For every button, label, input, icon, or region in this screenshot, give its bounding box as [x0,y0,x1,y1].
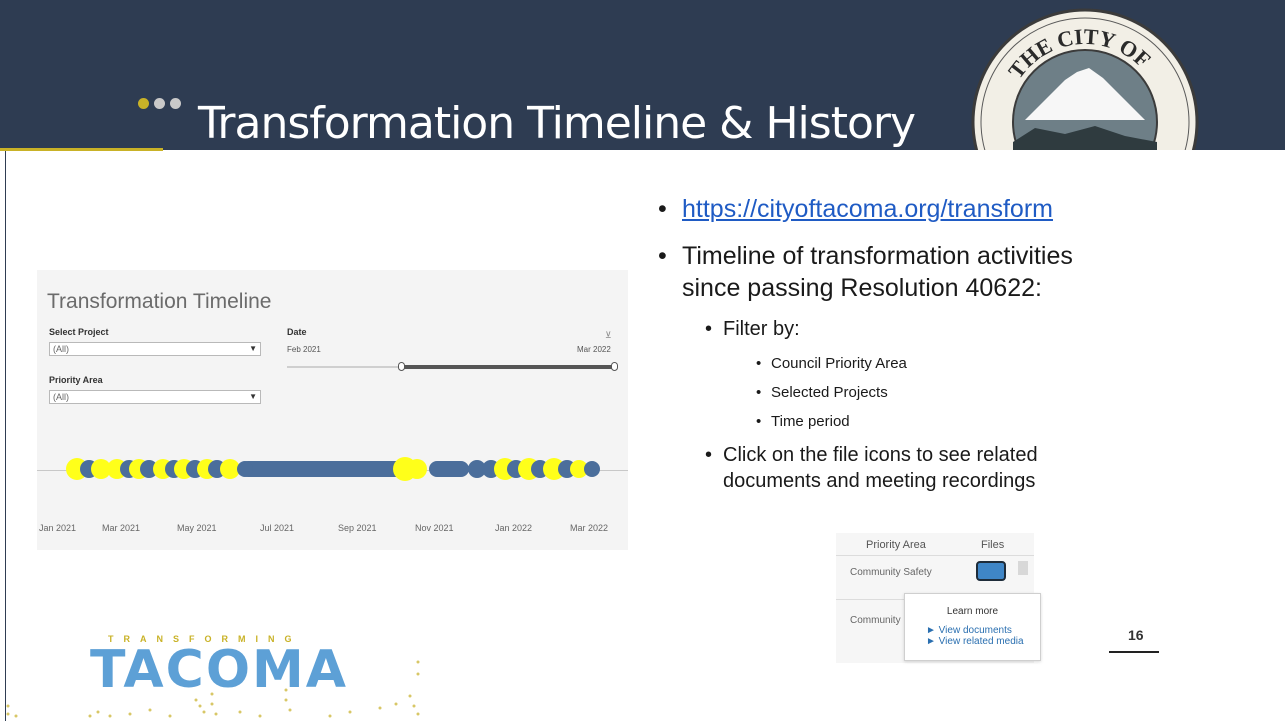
timeline-widget: Transformation Timeline Select Project (… [37,270,628,550]
bullet-marker: • [705,318,713,340]
priority-area-dropdown[interactable]: (All) ▼ [49,390,261,404]
event-marker[interactable] [237,461,253,477]
timeline-title: Transformation Timeline [47,290,272,313]
bullet-filter-3: • Time period [756,413,850,430]
seal-graphic: THE CITY OF [971,8,1199,150]
date-slider-start-handle[interactable] [398,362,405,371]
filter-item: Time period [771,413,850,430]
bullet-filter-2: • Selected Projects [756,384,888,401]
click-text-line2: documents and meeting recordings [723,470,1036,492]
priority-area-value: (All) [53,392,69,402]
click-text-line1: Click on the file icons to see related [723,444,1038,466]
slide-title: Transformation Timeline & History [198,98,916,149]
view-documents-link[interactable]: ► View documents [926,625,1012,636]
col-files: Files [981,539,1005,551]
axis-tick: Mar 2021 [102,523,141,533]
bullet-timeline: • Timeline of transformation activities [658,242,1073,271]
page-number: 16 [1128,627,1144,643]
dot-gray-2 [170,98,181,109]
dot-gold [138,98,149,109]
bullet-filter-by: • Filter by: [705,318,800,341]
popup-title: Learn more [946,606,999,617]
date-start: Feb 2021 [287,345,321,354]
view-related-media-link[interactable]: ► View related media [926,636,1024,647]
bullet-marker: • [756,413,762,430]
left-rule [5,150,6,721]
transform-link[interactable]: https://cityoftacoma.org/transform [682,195,1053,223]
priority-area-label: Priority Area [49,375,103,385]
select-project-value: (All) [53,344,69,354]
bullet-link: • https://cityoftacoma.org/transform [658,195,1053,224]
date-label: Date [287,327,307,337]
date-slider-end-handle[interactable] [611,362,618,371]
timeline-events[interactable] [37,450,628,494]
bullet-marker: • [756,355,762,372]
page-number-underline [1109,651,1159,653]
filter-item: Council Priority Area [771,355,907,372]
select-project-dropdown[interactable]: (All) ▼ [49,342,261,356]
bullet-marker: • [658,195,667,223]
timeline-event-markers [66,457,600,481]
axis-tick: Sep 2021 [338,523,377,533]
axis-tick: Mar 2022 [570,523,609,533]
date-slider-range [402,365,614,369]
chevron-down-icon: ▼ [249,344,257,353]
logo-dot-skyline [6,660,420,718]
scrollbar[interactable] [1018,561,1028,575]
timeline-text-line2: since passing Resolution 40622: [682,274,1042,302]
axis-tick: Jan 2021 [39,523,77,533]
event-marker[interactable] [407,459,427,479]
city-seal: THE CITY OF [965,2,1201,150]
slide: Transformation Timeline & History THE CI… [0,0,1285,721]
event-marker[interactable] [584,461,600,477]
chevron-down-icon: ▼ [249,392,257,401]
bullet-marker: • [705,444,713,466]
divider [836,555,1034,556]
clear-filter-icon[interactable]: ⊻ [605,330,612,341]
learn-more-popup: Learn more ► View documents ► View relat… [904,593,1041,661]
axis-tick: Jan 2022 [495,523,533,533]
title-gold-bar [0,148,163,151]
axis-tick: May 2021 [177,523,217,533]
bullet-marker: • [756,384,762,401]
select-project-label: Select Project [49,327,109,337]
bullet-marker: • [658,242,667,270]
dot-gray-1 [154,98,165,109]
filter-by-text: Filter by: [723,318,800,340]
axis-tick: Nov 2021 [415,523,454,533]
bullet-click: • Click on the file icons to see related [705,444,1038,467]
event-marker-cluster[interactable] [240,461,404,477]
axis-tick: Jul 2021 [260,523,295,533]
date-end: Mar 2022 [577,345,611,354]
event-marker-cluster[interactable] [429,461,469,477]
file-icon[interactable] [976,561,1006,581]
filter-item: Selected Projects [771,384,888,401]
row-community: Community [850,615,901,626]
col-priority-area: Priority Area [866,539,926,551]
row-community-safety: Community Safety [850,567,932,578]
bullet-filter-1: • Council Priority Area [756,355,907,372]
timeline-text-line1: Timeline of transformation activities [682,242,1073,270]
